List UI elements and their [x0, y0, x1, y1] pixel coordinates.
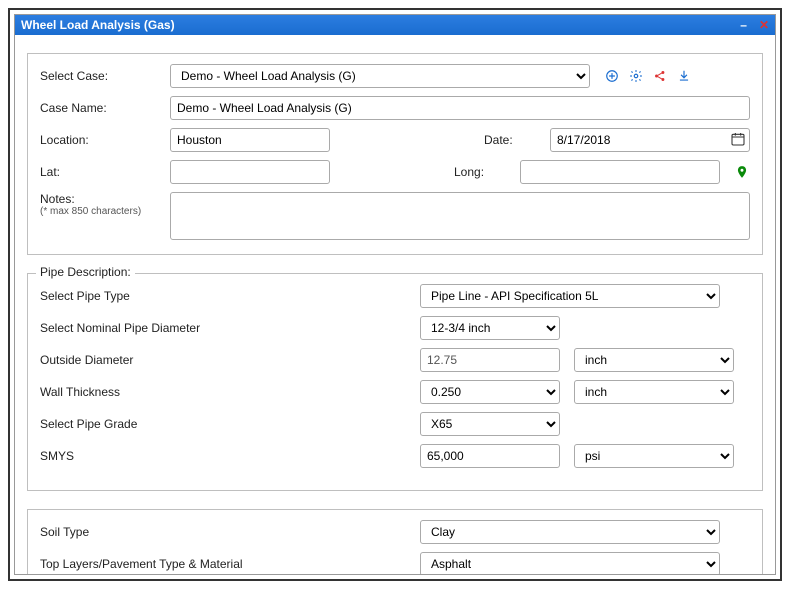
pipe-grade-label: Select Pipe Grade — [40, 417, 420, 431]
minimize-button[interactable]: – — [740, 18, 747, 32]
notes-hint: (* max 850 characters) — [40, 206, 170, 217]
lat-input[interactable] — [170, 160, 330, 184]
titlebar: Wheel Load Analysis (Gas) – ✕ — [15, 15, 775, 35]
notes-label: Notes: — [40, 192, 170, 206]
long-label: Long: — [454, 165, 514, 179]
wall-thickness-label: Wall Thickness — [40, 385, 420, 399]
map-pin-icon[interactable] — [734, 164, 750, 180]
share-icon[interactable] — [652, 68, 668, 84]
case-name-input[interactable] — [170, 96, 750, 120]
date-input[interactable] — [550, 128, 750, 152]
pipe-type-label: Select Pipe Type — [40, 289, 420, 303]
wall-thickness-select[interactable]: 0.250 — [420, 380, 560, 404]
outside-diameter-input — [420, 348, 560, 372]
window-body: Select Case: Demo - Wheel Load Analysis … — [15, 35, 775, 574]
soil-type-label: Soil Type — [40, 525, 420, 539]
notes-textarea[interactable] — [170, 192, 750, 240]
top-layers-label: Top Layers/Pavement Type & Material — [40, 557, 420, 571]
lat-label: Lat: — [40, 165, 170, 179]
select-case-label: Select Case: — [40, 69, 170, 83]
pipe-type-select[interactable]: Pipe Line - API Specification 5L — [420, 284, 720, 308]
outer-frame: Wheel Load Analysis (Gas) – ✕ Select Cas… — [8, 8, 782, 581]
select-case-dropdown[interactable]: Demo - Wheel Load Analysis (G) — [170, 64, 590, 88]
window-title: Wheel Load Analysis (Gas) — [21, 18, 175, 32]
soil-type-select[interactable]: Clay — [420, 520, 720, 544]
nominal-diameter-select[interactable]: 12-3/4 inch — [420, 316, 560, 340]
pipe-grade-select[interactable]: X65 — [420, 412, 560, 436]
notes-label-wrap: Notes: (* max 850 characters) — [40, 192, 170, 217]
outside-diameter-label: Outside Diameter — [40, 353, 420, 367]
calendar-icon[interactable] — [730, 131, 746, 150]
case-panel: Select Case: Demo - Wheel Load Analysis … — [27, 53, 763, 255]
smys-label: SMYS — [40, 449, 420, 463]
close-button[interactable]: ✕ — [759, 18, 769, 32]
smys-input[interactable] — [420, 444, 560, 468]
case-actions — [604, 68, 692, 84]
location-input[interactable] — [170, 128, 330, 152]
download-icon[interactable] — [676, 68, 692, 84]
case-name-label: Case Name: — [40, 101, 170, 115]
location-label: Location: — [40, 133, 170, 147]
soil-panel: Soil Type Clay Top Layers/Pavement Type … — [27, 509, 763, 574]
app-window: Wheel Load Analysis (Gas) – ✕ Select Cas… — [14, 14, 776, 575]
wall-thickness-unit[interactable]: inch — [574, 380, 734, 404]
top-layers-select[interactable]: Asphalt — [420, 552, 720, 574]
add-icon[interactable] — [604, 68, 620, 84]
smys-unit[interactable]: psi — [574, 444, 734, 468]
content-scroll[interactable]: Select Case: Demo - Wheel Load Analysis … — [15, 35, 775, 574]
gear-icon[interactable] — [628, 68, 644, 84]
pipe-panel: Pipe Description: Select Pipe Type Pipe … — [27, 273, 763, 491]
date-label: Date: — [484, 133, 544, 147]
pipe-legend: Pipe Description: — [36, 265, 135, 279]
long-input[interactable] — [520, 160, 720, 184]
nominal-diameter-label: Select Nominal Pipe Diameter — [40, 321, 420, 335]
outside-diameter-unit[interactable]: inch — [574, 348, 734, 372]
window-controls: – ✕ — [740, 18, 769, 32]
